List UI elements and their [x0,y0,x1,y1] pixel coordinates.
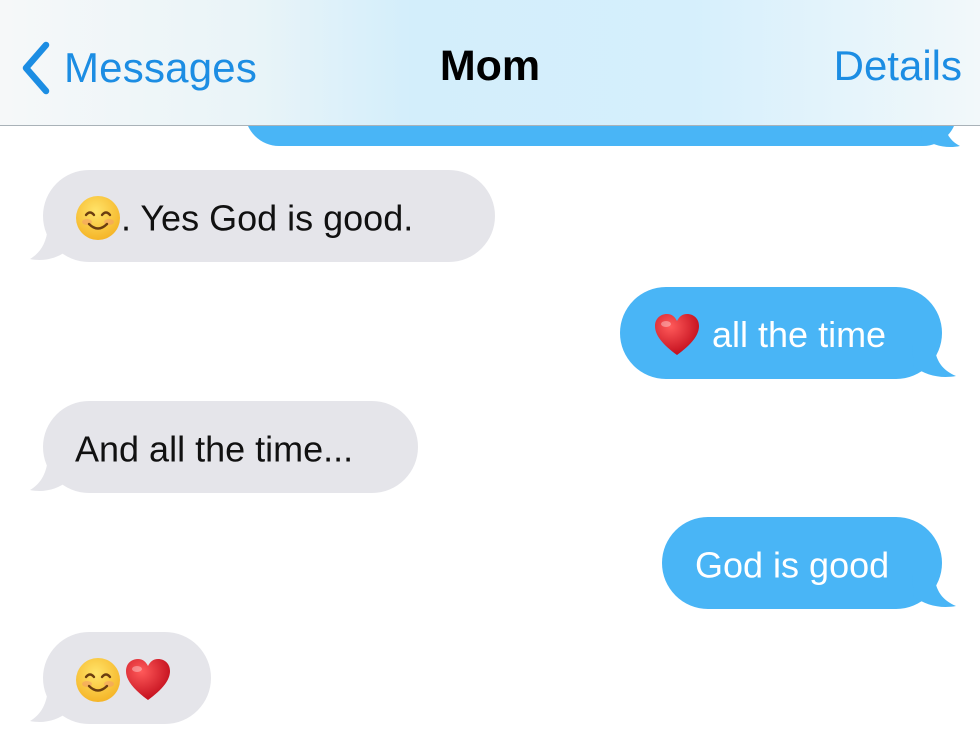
incoming-message-bubble[interactable]: And all the time... [43,401,418,493]
outgoing-message-bubble[interactable]: God is good [662,517,942,609]
navigation-bar: Messages Mom Details [0,0,980,126]
outgoing-bubble-tail [912,575,956,607]
message-text: all the time [712,314,887,356]
red-heart-emoji-icon [126,659,170,701]
smiling-face-emoji-icon [76,658,120,703]
smiling-face-emoji-icon [76,196,120,241]
message-text: God is good [695,544,890,586]
incoming-bubble-tail [30,690,70,722]
outgoing-bubble-tail [912,345,956,377]
incoming-message-bubble[interactable]: . Yes God is good. [43,170,495,262]
message-text: And all the time... [75,428,354,470]
incoming-bubble-tail [30,459,70,491]
red-heart-emoji-icon [655,314,699,356]
message-text: . Yes God is good. [121,197,414,239]
incoming-bubble-tail [30,228,70,260]
details-button[interactable]: Details [834,42,962,90]
outgoing-message-bubble[interactable]: all the time [620,287,942,379]
